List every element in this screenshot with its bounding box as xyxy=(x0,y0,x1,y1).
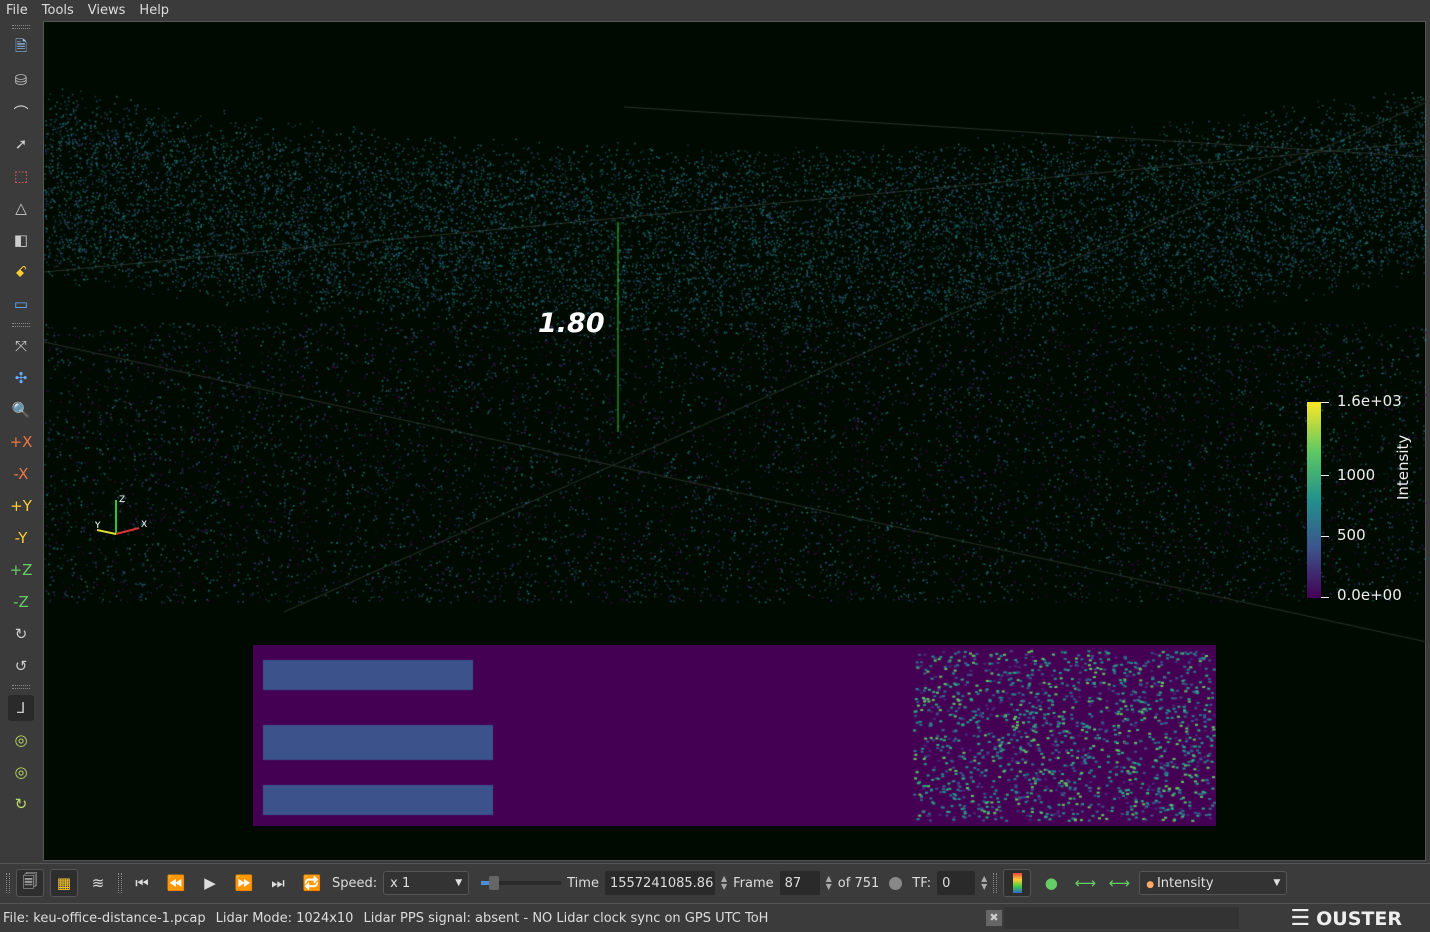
axis-y-label: Y xyxy=(94,521,101,531)
colorbar-tick xyxy=(1321,536,1329,537)
view-plus-x-icon[interactable]: +X xyxy=(8,429,34,455)
rescale-custom-icon[interactable]: ⟷ xyxy=(1105,869,1133,897)
spreadsheet-icon[interactable]: ▭ xyxy=(8,291,34,317)
colorbar xyxy=(1307,402,1321,598)
select-points-icon[interactable]: ⬚ xyxy=(8,163,34,189)
toolbar-grip[interactable] xyxy=(12,685,30,689)
reset-camera-icon[interactable]: ⤧ xyxy=(8,333,34,359)
zoom-box-icon[interactable]: 🔍 xyxy=(8,397,34,423)
view-plus-y-icon[interactable]: +Y xyxy=(8,493,34,519)
time-input[interactable]: 1557241085.86 xyxy=(604,871,715,895)
tf-spinner[interactable]: ▲ ▼ xyxy=(981,875,987,891)
point-data-icon: ● xyxy=(1146,879,1157,890)
loop-icon[interactable]: 🔁 xyxy=(298,869,326,897)
toolbar-grip[interactable] xyxy=(12,25,30,29)
speed-select[interactable]: x 1 ▼ xyxy=(383,871,470,895)
next-frame-icon[interactable]: ⏩ xyxy=(230,869,258,897)
color-array-value: Intensity xyxy=(1156,875,1214,891)
axis-z-label: Z xyxy=(119,495,125,505)
menu-views[interactable]: Views xyxy=(88,3,126,18)
view-minus-x-icon[interactable]: -X xyxy=(8,461,34,487)
colorbar-label-500: 500 xyxy=(1337,526,1366,544)
open-sensor-icon[interactable]: 🗐 xyxy=(16,869,44,897)
colorbar-label-1000: 1000 xyxy=(1337,466,1376,484)
sensor-stream-icon[interactable]: ⛁ xyxy=(8,67,34,93)
color-array-select[interactable]: ● Intensity ▼ xyxy=(1139,871,1288,895)
3d-viewport[interactable]: 1.80 Z X Y 1.6e+03 1000 500 0.0e+00 Inte… xyxy=(43,21,1427,862)
select-frustum-icon[interactable]: △ xyxy=(8,195,34,221)
layers-icon[interactable]: ≋ xyxy=(84,869,112,897)
colorbar-tick xyxy=(1321,402,1329,403)
pick-center-icon[interactable]: ↻ xyxy=(8,791,34,817)
frame-count: of 751 xyxy=(837,875,880,891)
toolbar-grip[interactable] xyxy=(993,873,998,893)
speed-label: Speed: xyxy=(332,875,378,891)
colorbar-title: Intensity xyxy=(1394,434,1412,500)
ouster-logo-icon: ☰ xyxy=(1290,906,1311,931)
frame-input[interactable]: 87 xyxy=(779,871,820,895)
rotate-minus-90-icon[interactable]: ↺ xyxy=(8,653,34,679)
color-legend-icon[interactable]: ● xyxy=(1037,869,1065,897)
playback-toolbar: 🗐 ▦ ≋ ⏮ ⏪ ▶ ⏩ ⏭ 🔁 Speed: x 1 ▼ Time 15572… xyxy=(0,863,1430,902)
color-map-editor-icon[interactable] xyxy=(1003,869,1032,897)
rescale-range-icon[interactable]: ⟷ xyxy=(1071,869,1099,897)
toggle-panel-icon[interactable]: ◧ xyxy=(8,227,34,253)
frame-label: Frame xyxy=(733,875,774,891)
menu-bar: File Tools Views Help xyxy=(0,0,1430,20)
status-lidar-mode: Lidar Mode: 1024x10 xyxy=(215,910,354,926)
reset-center-icon[interactable]: ◎ xyxy=(8,759,34,785)
status-pps: Lidar PPS signal: absent - NO Lidar cloc… xyxy=(363,910,769,926)
left-toolbar: 🗎 ⛁ ⌒ ➚ ⬚ △ ◧ ꗃ ▭ ⤧ ✣ 🔍 +X -X +Y -Y +Z -… xyxy=(0,20,42,862)
clear-icon[interactable]: ✖ xyxy=(986,910,1002,926)
ruler-icon[interactable]: ▦ xyxy=(50,869,78,897)
colorbar-tick xyxy=(1321,475,1329,476)
status-bar: File: keu-office-distance-1.pcap Lidar M… xyxy=(0,903,1430,932)
brand-name: OUSTER xyxy=(1316,907,1402,930)
speed-value: x 1 xyxy=(390,875,411,891)
chevron-down-icon: ▼ xyxy=(1273,878,1281,888)
colorbar-label-min: 0.0e+00 xyxy=(1337,586,1402,604)
measure-icon[interactable]: ⌒ xyxy=(8,99,34,125)
rotation-center-icon[interactable]: ◎ xyxy=(8,727,34,753)
tf-input[interactable]: 0 xyxy=(937,871,976,895)
time-label: Time xyxy=(567,875,599,891)
axis-x-label: X xyxy=(141,520,147,530)
menu-tools[interactable]: Tools xyxy=(42,3,74,18)
toolbar-grip[interactable] xyxy=(6,873,10,893)
frame-spinner[interactable]: ▲ ▼ xyxy=(826,875,832,891)
range-image xyxy=(253,645,1216,826)
open-file-icon[interactable]: 🗎 xyxy=(8,35,34,61)
last-frame-icon[interactable]: ⏭ xyxy=(264,869,292,897)
measurement-label: 1.80 xyxy=(538,308,605,339)
frame-slider[interactable] xyxy=(481,876,562,890)
ouster-logo: ☰ OUSTER xyxy=(1290,906,1402,931)
menu-help[interactable]: Help xyxy=(139,3,169,18)
time-spinner[interactable]: ▲ ▼ xyxy=(721,875,727,891)
tf-label: TF: xyxy=(912,875,932,891)
view-minus-z-icon[interactable]: -Z xyxy=(8,589,34,615)
axes-toggle-icon[interactable]: ⅃ xyxy=(8,695,34,721)
slider-handle[interactable] xyxy=(489,876,500,890)
colorbar-tick xyxy=(1321,597,1329,598)
pick-point-icon[interactable]: ➚ xyxy=(8,131,34,157)
rotate-plus-90-icon[interactable]: ↻ xyxy=(8,621,34,647)
toolbar-grip[interactable] xyxy=(12,323,30,327)
chevron-down-icon: ▼ xyxy=(455,878,463,888)
view-plus-z-icon[interactable]: +Z xyxy=(8,557,34,583)
first-frame-icon[interactable]: ⏮ xyxy=(128,869,156,897)
status-file: File: keu-office-distance-1.pcap xyxy=(3,910,206,926)
colorbar-label-max: 1.6e+03 xyxy=(1337,392,1402,410)
zoom-data-icon[interactable]: ✣ xyxy=(8,365,34,391)
status-message-field xyxy=(1004,907,1239,929)
previous-frame-icon[interactable]: ⏪ xyxy=(162,869,190,897)
python-icon[interactable]: ꗃ xyxy=(8,259,34,285)
toolbar-grip[interactable] xyxy=(118,873,122,893)
orientation-axes: Z X Y xyxy=(94,495,147,535)
menu-file[interactable]: File xyxy=(6,3,28,18)
view-minus-y-icon[interactable]: -Y xyxy=(8,525,34,551)
status-indicator-icon xyxy=(889,876,903,890)
play-icon[interactable]: ▶ xyxy=(196,869,224,897)
